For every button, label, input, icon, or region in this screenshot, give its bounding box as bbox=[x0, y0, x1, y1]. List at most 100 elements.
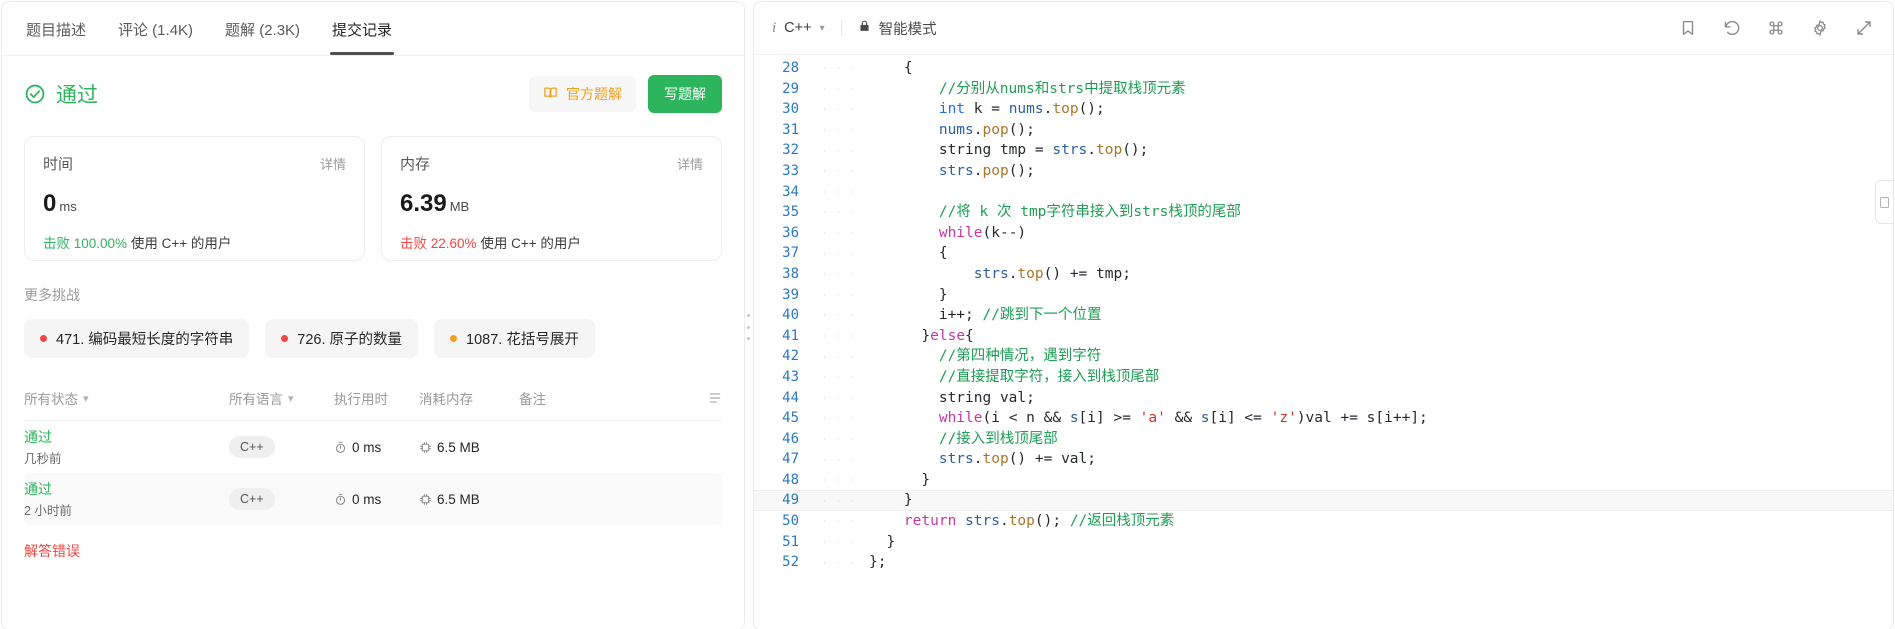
table-row[interactable]: 通过 2 小时前 C++ 0 ms 6.5 MB bbox=[24, 473, 722, 525]
line-number: 36 bbox=[782, 224, 799, 241]
code-line[interactable]: 32 string tmp = strs.top(); bbox=[754, 140, 1893, 161]
code-line[interactable]: 52}; bbox=[754, 552, 1893, 573]
submissions-table: 所有状态 ▾ 所有语言 ▾ 执行用时 消耗内存 备注 通过 几秒前 C++ 0 … bbox=[24, 388, 722, 577]
code-text: } bbox=[886, 533, 896, 550]
code-line[interactable]: 45 while(i < n && s[i] >= 'a' && s[i] <=… bbox=[754, 408, 1893, 429]
row-status-cell: 解答错误 bbox=[24, 541, 229, 561]
runtime-beat-pct: 100.00% bbox=[73, 236, 128, 251]
language-selector[interactable]: i C++ ▾ bbox=[772, 20, 825, 37]
code-text: } bbox=[938, 286, 948, 303]
line-number: 44 bbox=[782, 389, 799, 406]
code-line[interactable]: 33 strs.pop(); bbox=[754, 161, 1893, 182]
header-status-filter[interactable]: 所有状态 ▾ bbox=[24, 388, 229, 408]
chevron-down-icon: ▾ bbox=[819, 22, 825, 34]
code-line[interactable]: 38 strs.top() += tmp; bbox=[754, 264, 1893, 285]
code-lines: 28 {29 //分别从nums和strs中提取栈顶元素 30 int k = n… bbox=[754, 55, 1893, 573]
runtime-beat-suffix: 使用 C++ 的用户 bbox=[130, 236, 232, 251]
line-number: 32 bbox=[782, 142, 799, 159]
code-line[interactable]: 29 //分别从nums和strs中提取栈顶元素 bbox=[754, 79, 1893, 100]
line-number: 39 bbox=[782, 286, 799, 303]
code-editor-panel: i C++ ▾ 智能模式 28 {29 //分别从nums和strs中提取栈顶… bbox=[753, 1, 1894, 629]
code-line[interactable]: 30 int k = nums.top(); bbox=[754, 99, 1893, 120]
runtime-stat-card: 时间 详情 0 ms 击败 100.00% 使用 C++ 的用户 bbox=[24, 136, 365, 261]
code-line[interactable]: 37 { bbox=[754, 243, 1893, 264]
line-number: 47 bbox=[782, 451, 799, 468]
verdict-row: 通过 官方题解 写题解 bbox=[24, 64, 722, 124]
code-text: { bbox=[938, 245, 948, 262]
line-number: 51 bbox=[782, 533, 799, 550]
code-line[interactable]: 42 //第四种情况，遇到字符 bbox=[754, 346, 1893, 367]
bookmark-icon[interactable] bbox=[1679, 19, 1697, 37]
memory-value-number: 6.39 bbox=[400, 190, 447, 217]
code-line[interactable]: 36 while(k--) bbox=[754, 223, 1893, 244]
runtime-detail-link[interactable]: 详情 bbox=[320, 154, 346, 173]
code-line[interactable]: 48 } bbox=[754, 470, 1893, 491]
line-number: 31 bbox=[782, 121, 799, 138]
line-number: 37 bbox=[782, 245, 799, 262]
code-line[interactable]: 50 return strs.top(); //返回栈顶元素 bbox=[754, 511, 1893, 532]
tab-solutions[interactable]: 题解 (2.3K) bbox=[223, 3, 302, 55]
code-line[interactable]: 51 } bbox=[754, 532, 1893, 553]
memory-beat-prefix: 击败 bbox=[400, 236, 427, 251]
official-solution-button[interactable]: 官方题解 bbox=[529, 76, 636, 112]
gear-icon[interactable] bbox=[1811, 19, 1829, 37]
panel-collapse-icon bbox=[1880, 196, 1889, 208]
code-text: } bbox=[903, 492, 913, 509]
panel-resize-handle[interactable] bbox=[745, 314, 751, 340]
code-line[interactable]: 28 { bbox=[754, 58, 1893, 79]
code-line[interactable]: 31 nums.pop(); bbox=[754, 120, 1893, 141]
write-solution-button[interactable]: 写题解 bbox=[648, 75, 722, 113]
expand-icon[interactable] bbox=[1855, 19, 1873, 37]
header-notes-icon[interactable] bbox=[692, 391, 722, 405]
challenge-chip-726[interactable]: 726. 原子的数量 bbox=[265, 319, 418, 358]
command-icon[interactable] bbox=[1767, 19, 1785, 37]
row-status-label[interactable]: 通过 bbox=[24, 479, 52, 499]
code-line[interactable]: 43 //直接提取字符，接入到栈顶尾部 bbox=[754, 367, 1893, 388]
table-row[interactable]: 解答错误 bbox=[24, 525, 722, 577]
tab-comments[interactable]: 评论 (1.4K) bbox=[116, 3, 195, 55]
code-line[interactable]: 47 strs.top() += val; bbox=[754, 449, 1893, 470]
runtime-value-unit: ms bbox=[59, 199, 77, 214]
submission-panel: 题目描述 评论 (1.4K) 题解 (2.3K) 提交记录 通过 官方题解 写题… bbox=[1, 1, 745, 629]
table-row[interactable]: 通过 几秒前 C++ 0 ms 6.5 MB bbox=[24, 421, 722, 473]
memory-chip-icon bbox=[419, 493, 432, 506]
code-text: } bbox=[921, 471, 931, 488]
handle-dot-icon bbox=[746, 337, 750, 340]
code-line[interactable]: 40 i++; //跳到下一个位置 bbox=[754, 305, 1893, 326]
code-text: //分别从nums和strs中提取栈顶元素 bbox=[938, 80, 1186, 97]
challenge-chip-1087[interactable]: 1087. 花括号展开 bbox=[434, 319, 595, 358]
code-line[interactable]: 39 } bbox=[754, 285, 1893, 306]
runtime-value-number: 0 bbox=[43, 190, 57, 217]
challenge-chip-471[interactable]: 471. 编码最短长度的字符串 bbox=[24, 319, 250, 358]
code-line[interactable]: 34 bbox=[754, 182, 1893, 203]
code-line[interactable]: 46 //接入到栈顶尾部 bbox=[754, 429, 1893, 450]
tab-description[interactable]: 题目描述 bbox=[24, 3, 88, 55]
code-line[interactable]: 49 } bbox=[754, 490, 1893, 512]
line-number: 45 bbox=[782, 410, 799, 427]
header-note-label: 备注 bbox=[519, 392, 546, 407]
line-number: 43 bbox=[782, 368, 799, 385]
line-number: 28 bbox=[782, 60, 799, 76]
panel-collapse-tab[interactable] bbox=[1875, 180, 1893, 224]
code-text: int k = nums.top(); bbox=[938, 101, 1105, 118]
code-line[interactable]: 35 //将 k 次 tmp字符串接入到strs栈顶的尾部 bbox=[754, 202, 1893, 223]
memory-detail-link[interactable]: 详情 bbox=[677, 154, 703, 173]
history-revert-icon[interactable] bbox=[1723, 19, 1741, 37]
code-text: i++; //跳到下一个位置 bbox=[938, 307, 1102, 324]
header-language-filter[interactable]: 所有语言 ▾ bbox=[229, 388, 334, 408]
row-status-label[interactable]: 通过 bbox=[24, 427, 52, 447]
code-line[interactable]: 44 string val; bbox=[754, 388, 1893, 409]
code-text: nums.pop(); bbox=[938, 121, 1035, 138]
code-text: while(k--) bbox=[938, 224, 1027, 241]
smart-mode-toggle[interactable]: 智能模式 bbox=[858, 18, 937, 39]
row-language-cell: C++ bbox=[229, 436, 334, 458]
stopwatch-icon bbox=[334, 493, 347, 506]
runtime-stat-value: 0 ms bbox=[43, 190, 346, 218]
tab-submissions[interactable]: 提交记录 bbox=[330, 3, 395, 55]
row-language-cell: C++ bbox=[229, 488, 334, 510]
code-editor[interactable]: 28 {29 //分别从nums和strs中提取栈顶元素 30 int k = n… bbox=[754, 55, 1893, 629]
row-status-label[interactable]: 解答错误 bbox=[24, 541, 80, 561]
code-text: string tmp = strs.top(); bbox=[938, 142, 1149, 159]
verdict-actions: 官方题解 写题解 bbox=[529, 75, 722, 113]
code-line[interactable]: 41 }else{ bbox=[754, 326, 1893, 347]
